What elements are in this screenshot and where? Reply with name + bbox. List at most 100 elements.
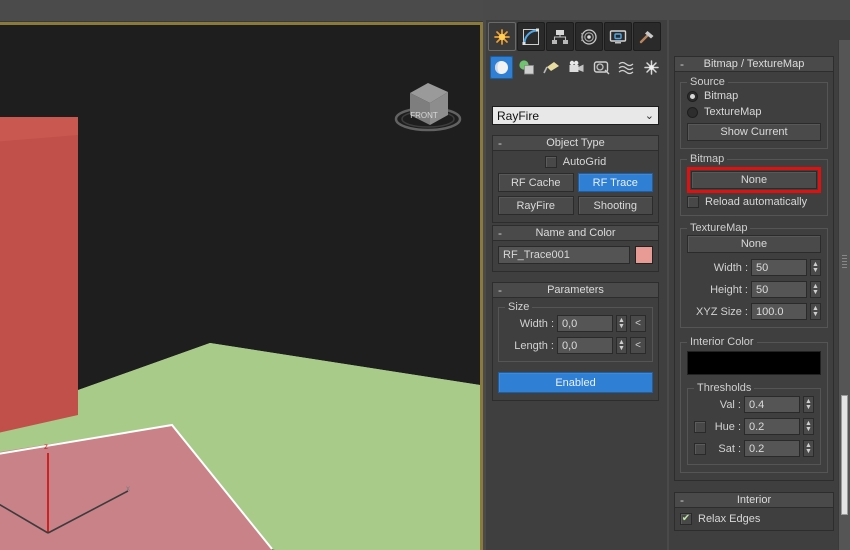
viewcube[interactable]: FRONT [390, 73, 466, 135]
rollout-parameters-header[interactable]: - Parameters [492, 282, 659, 298]
bitmap-none-button[interactable]: None [691, 171, 817, 189]
bitmap-none-highlight: None [687, 167, 821, 193]
category-cameras[interactable] [565, 56, 588, 79]
reload-automatically-label: Reload automatically [705, 196, 808, 208]
object-type-button-grid: RF Cache RF Trace RayFire Shooting [498, 173, 653, 215]
width-input[interactable]: 0,0 [557, 315, 613, 332]
right-panel-content: - Bitmap / TextureMap Source Bitmap Text [674, 20, 834, 531]
star-icon [494, 28, 510, 45]
threshold-sat-input[interactable]: 0.2 [744, 440, 800, 457]
viewcube-face-label: FRONT [410, 111, 438, 120]
rollout-bitmap-texturemap-header[interactable]: - Bitmap / TextureMap [674, 56, 834, 72]
shooting-button[interactable]: Shooting [577, 196, 653, 215]
source-option-texturemap[interactable]: TextureMap [687, 106, 821, 118]
waves-icon [618, 61, 634, 74]
interior-color-group: Interior Color Thresholds Val : 0.4 ▲▼ [680, 336, 828, 473]
rollout-title: Name and Color [535, 227, 616, 239]
threshold-sat-checkbox[interactable] [694, 442, 706, 455]
length-spinner[interactable]: ▲ ▼ [616, 337, 627, 354]
tab-motion[interactable] [575, 22, 603, 51]
rollout-name-and-color-header[interactable]: - Name and Color [492, 225, 659, 241]
relax-edges-checkbox[interactable] [680, 513, 692, 525]
threshold-val-spinner[interactable]: ▲ ▼ [803, 396, 814, 413]
bitmap-radio-label: Bitmap [704, 90, 739, 102]
category-lights[interactable] [540, 56, 563, 79]
category-systems[interactable] [640, 56, 663, 79]
width-label: Width : [519, 317, 554, 330]
autogrid-checkbox[interactable] [544, 156, 557, 168]
right-command-panel: - Bitmap / TextureMap Source Bitmap Text [669, 20, 850, 550]
category-shapes[interactable] [515, 56, 538, 79]
panel-scrollbar-grip[interactable] [842, 255, 847, 269]
tm-width-input[interactable]: 50 [751, 259, 807, 276]
name-color-row: RF_Trace001 [498, 246, 653, 264]
category-helpers[interactable] [590, 56, 613, 79]
tm-xyzsize-input[interactable]: 100.0 [751, 303, 807, 320]
threshold-hue-input[interactable]: 0.2 [744, 418, 800, 435]
rollout-object-type: - Object Type AutoGrid RF Cache RF Trace… [492, 135, 659, 223]
tab-display[interactable] [604, 22, 632, 51]
motion-wheel-icon [580, 28, 597, 45]
create-category-row [488, 53, 664, 81]
rollout-title: Bitmap / TextureMap [703, 58, 805, 70]
length-pick-button[interactable]: < [630, 337, 646, 354]
threshold-val-input[interactable]: 0.4 [744, 396, 800, 413]
tab-utilities[interactable] [633, 22, 661, 51]
texturemap-none-button[interactable]: None [687, 235, 821, 253]
autogrid-row[interactable]: AutoGrid [498, 156, 653, 168]
tm-height-input[interactable]: 50 [751, 281, 807, 298]
threshold-hue-checkbox[interactable] [694, 420, 706, 433]
rf-cache-button[interactable]: RF Cache [498, 173, 574, 192]
object-category-dropdown[interactable]: RayFire ⌄ [492, 106, 659, 125]
object-color-swatch[interactable] [635, 246, 653, 264]
tab-create[interactable] [488, 22, 516, 51]
relax-edges-row[interactable]: Relax Edges [680, 513, 828, 525]
tm-height-spinner[interactable]: ▲ ▼ [810, 281, 821, 298]
viewport-active-border: z x FRONT [0, 22, 483, 550]
reload-automatically-checkbox[interactable] [687, 196, 699, 208]
panel-scrollbar-track[interactable] [838, 40, 850, 550]
viewport-perspective[interactable]: z x FRONT [0, 25, 480, 550]
threshold-val-row: Val : 0.4 ▲ ▼ [694, 396, 814, 413]
tm-width-row: Width : 50 ▲ ▼ [687, 259, 821, 276]
thresholds-group: Thresholds Val : 0.4 ▲ ▼ Hue : 0.2 ▲ ▼ S… [687, 382, 821, 465]
category-geometry[interactable] [490, 55, 513, 79]
width-pick-button[interactable]: < [630, 315, 646, 332]
width-field-row: Width : 0,0 ▲ ▼ < [505, 315, 646, 332]
hierarchy-icon [552, 29, 568, 44]
relax-edges-label: Relax Edges [698, 513, 761, 525]
rollout-interior-header[interactable]: - Interior [674, 492, 834, 508]
rollout-object-type-header[interactable]: - Object Type [492, 135, 659, 151]
interior-color-swatch[interactable] [687, 351, 821, 375]
source-option-bitmap[interactable]: Bitmap [687, 90, 821, 102]
show-current-button[interactable]: Show Current [687, 123, 821, 141]
collapse-icon: - [498, 136, 502, 150]
tab-modify[interactable] [517, 22, 545, 51]
collapse-icon: - [680, 57, 684, 71]
svg-text:z: z [44, 442, 48, 451]
svg-text:x: x [126, 484, 130, 493]
threshold-sat-spinner[interactable]: ▲ ▼ [803, 440, 814, 457]
chevron-down-icon: ⌄ [644, 110, 654, 122]
tape-measure-icon [593, 60, 610, 74]
length-input[interactable]: 0,0 [557, 337, 613, 354]
bitmap-radio[interactable] [687, 90, 698, 102]
reload-automatically-row[interactable]: Reload automatically [687, 196, 821, 208]
panel-scrollbar-thumb[interactable] [841, 395, 848, 515]
texturemap-radio[interactable] [687, 106, 698, 118]
systems-icon [644, 59, 659, 75]
length-field-row: Length : 0,0 ▲ ▼ < [505, 337, 646, 354]
width-spinner[interactable]: ▲ ▼ [616, 315, 627, 332]
enabled-button[interactable]: Enabled [498, 372, 653, 393]
rayfire-button[interactable]: RayFire [498, 196, 574, 215]
rf-trace-button[interactable]: RF Trace [577, 173, 653, 192]
threshold-hue-spinner[interactable]: ▲ ▼ [803, 418, 814, 435]
tm-xyzsize-spinner[interactable]: ▲ ▼ [810, 303, 821, 320]
app-root: z x FRONT RayFire ⌄ - Object Type AutoGr… [0, 0, 850, 550]
threshold-val-label: Val : [719, 398, 741, 411]
object-name-input[interactable]: RF_Trace001 [498, 246, 630, 264]
arc-curve-icon [522, 28, 539, 45]
tm-width-spinner[interactable]: ▲ ▼ [810, 259, 821, 276]
category-space-warps[interactable] [615, 56, 638, 79]
tab-hierarchy[interactable] [546, 22, 574, 51]
